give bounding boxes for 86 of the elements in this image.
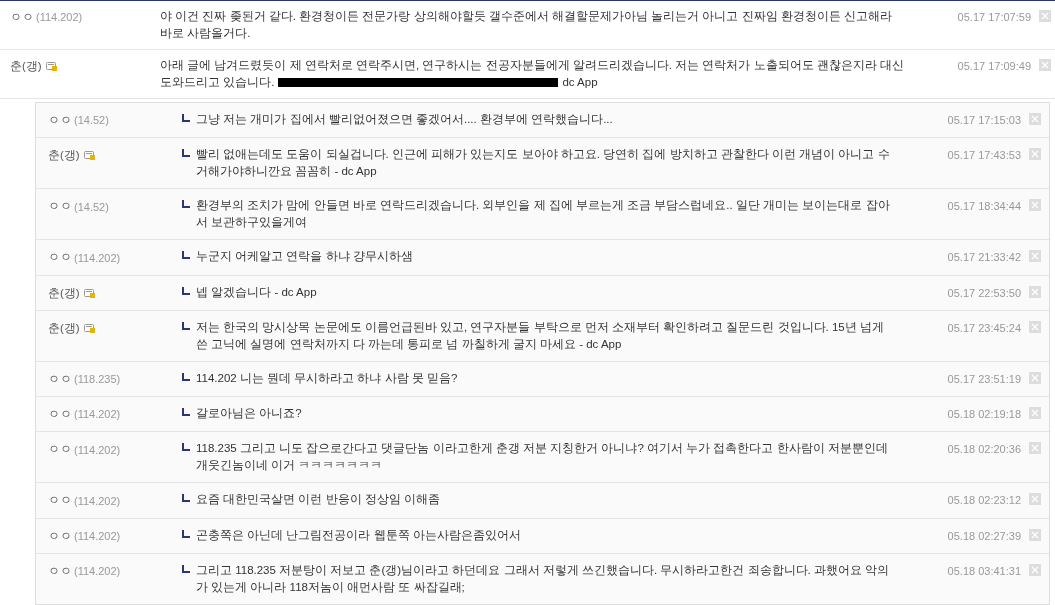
comment-text: 저는 한국의 망시상목 논문에도 이름언급된바 있고, 연구자분들 부탁으로 먼저 소재부터 확인하려고 질문드린 것입니다. 15년 넘게 쓴 고닉에 실명에 연락처까지 다 까는데 통피로 넘 까칠하게 굴지 마세요 - dc App [196,320,884,350]
close-icon [1031,287,1039,296]
comment-date: 05.18 02:23:12 [947,493,1021,509]
author-name: 춘(갱) [48,320,80,336]
comment-date: 05.17 23:45:24 [947,320,1021,336]
author-name: ㅇㅇ [48,113,72,128]
author-name: ㅇㅇ [48,371,72,387]
comment-text: 요즘 대한민국살면 이런 반응이 정상임 이해좀 [196,493,440,506]
member-icon [45,61,58,73]
comment-date: 05.17 23:51:19 [947,371,1021,387]
member-icon [83,322,96,334]
comment-date: 05.17 22:53:50 [947,285,1021,301]
author-ip: (114.202) [36,10,83,26]
close-icon [1031,565,1039,574]
comment-text: 곤충쪽은 아닌데 난그림전공이라 웹툰쪽 아는사람은좀있어서 [196,528,521,541]
delete-button[interactable] [1029,320,1041,333]
close-icon [1031,201,1039,210]
close-icon [1031,252,1039,261]
comment-date: 05.17 21:33:42 [947,250,1021,266]
delete-button[interactable] [1029,563,1041,576]
delete-button[interactable] [1029,250,1041,263]
close-icon [1041,12,1049,20]
author-ip: (114.202) [74,564,121,580]
close-icon [1031,530,1039,539]
author-ip: (114.202) [74,250,121,266]
delete-button[interactable] [1029,442,1041,455]
author-name: ㅇㅇ [48,442,72,458]
comment-text: 아래 글에 남겨드렸듯이 제 연락처로 연락주시면, 연구하시는 전공자분들에게 알려드리겠습니다. 저는 연락처가 노출되어도 괜찮은지라 대신 [160,58,904,73]
delete-button[interactable] [1029,371,1041,384]
comment-text: 빨리 없애는데도 도움이 되실겁니다. 인근에 피해가 있는지도 보아야 하고요. 당연히 집에 방치하고 관찰한다 이런 개념이 아니고 수거해가야하니깐요 꼼꼼히 - dc App [196,148,890,178]
comment-text: 그리고 118.235 저분탕이 저보고 춘(갱)님이라고 하던데요 그래서 저렇게 쓰긴했습니다. 무시하라고한건 죄송합니다. 과했어요 악의가 있는게 아니라 118저놈이 애먼사람 또 싸잡길래; [196,563,890,593]
delete-button[interactable] [1029,199,1041,212]
author-name: ㅇㅇ [48,407,72,422]
comment-text: 넵 알겠습니다 - dc App [196,285,317,298]
comment-date: 05.17 17:09:49 [957,59,1031,74]
author-ip: (114.202) [74,493,121,509]
author-name: ㅇㅇ [48,563,72,579]
comment-date: 05.18 02:20:36 [947,442,1021,458]
comment-date: 05.17 17:43:53 [947,148,1021,164]
delete-button[interactable] [1029,148,1041,161]
delete-button[interactable] [1039,59,1051,71]
delete-button[interactable] [1029,285,1041,298]
author-ip: (118.235) [74,372,121,388]
author-name: ㅇㅇ [10,10,34,25]
comment-date: 05.18 02:19:18 [947,407,1021,422]
author-ip: (14.52) [74,113,109,129]
member-icon [83,287,96,299]
comment-date: 05.17 18:34:44 [947,199,1021,215]
comment-text: 도와드리고 있습니다. [160,75,275,90]
comment-text: 야 이건 진짜 좆된거 같다. 환경청이든 전문가랑 상의해야할듯 갤수준에서 해결할문제가아님 놀리는거 아니고 진짜임 환경청이든 신고해라 바로 사람올거다. [160,10,892,39]
comment-text: 갈로아님은 아니죠? [196,407,302,419]
author-ip: (114.202) [74,407,121,423]
comment-date: 05.18 03:41:31 [947,563,1021,579]
close-icon [1041,61,1049,69]
delete-button[interactable] [1039,10,1051,22]
close-icon [1031,409,1039,417]
close-icon [1031,373,1039,382]
author-name: 춘(갱) [48,285,80,301]
comment-date: 05.17 17:15:03 [947,113,1021,128]
author-name: ㅇㅇ [48,199,72,215]
delete-button[interactable] [1029,493,1041,506]
delete-button[interactable] [1029,407,1041,419]
author-name: ㅇㅇ [48,493,72,509]
close-icon [1031,322,1039,331]
author-name: 춘(갱) [10,59,42,74]
close-icon [1031,444,1039,453]
comment-text: dc App [562,75,598,90]
close-icon [1031,115,1039,123]
comment-date: 05.18 02:27:39 [947,528,1021,544]
comment-text: 환경부의 조치가 맘에 안들면 바로 연락드리겠습니다. 외부인을 제 집에 부르는게 조금 부담스럽네요.. 일단 개미는 보이는대로 잡아서 보관하구있을게여 [196,199,890,229]
close-icon [1031,495,1039,504]
delete-button[interactable] [1029,113,1041,125]
author-ip: (114.202) [74,442,121,458]
author-name: ㅇㅇ [48,250,72,266]
close-icon [1031,150,1039,159]
delete-button[interactable] [1029,528,1041,541]
author-name: 춘(갱) [48,148,80,164]
author-ip: (14.52) [74,199,109,215]
member-icon [83,150,96,162]
comment-text: 118.235 그리고 니도 잡으로간다고 댓글단놈 이라고한게 춘갱 저분 지칭한거 아니냐? 여기서 누가 접촉한다고 한사람이 저분뿐인데 개웃긴놈이네 이거 ㅋㅋㅋㅋㅋㅋㅋ [196,442,888,472]
comment-date: 05.17 17:07:59 [957,10,1031,25]
comment-text: 114.202 니는 뭔데 무시하라고 하냐 사람 못 믿음? [196,371,458,384]
author-name: ㅇㅇ [48,528,72,544]
author-ip: (114.202) [74,528,121,544]
comment-text: 그냥 저는 개미가 집에서 빨리없어졌으면 좋겠어서.... 환경부에 연락했습니다... [196,113,613,125]
comment-text: 누군지 어케알고 연락을 하냐 걍무시하샘 [196,250,413,263]
